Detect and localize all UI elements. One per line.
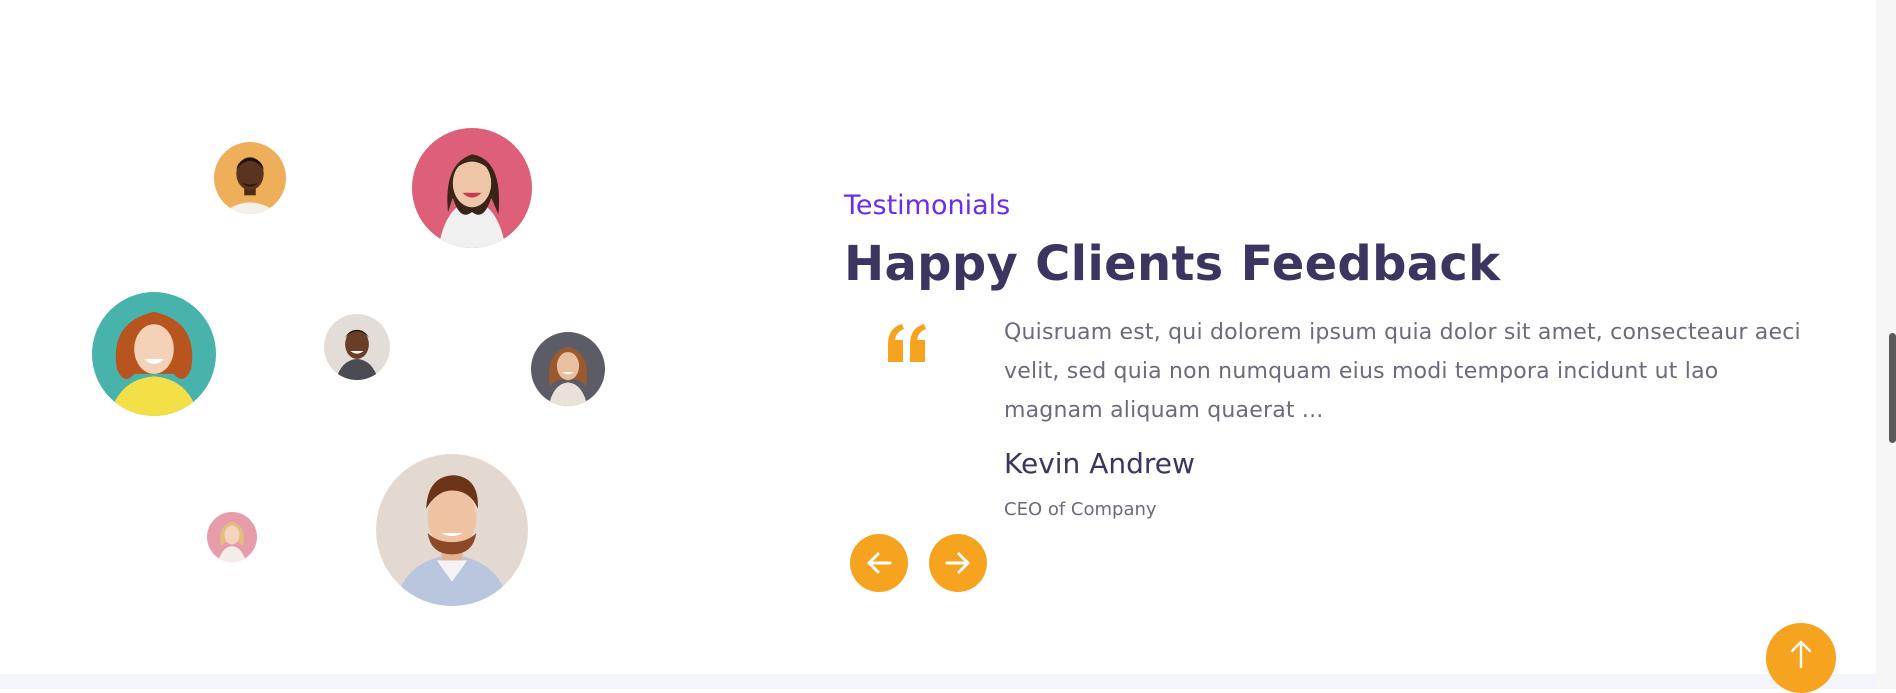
section-title: Happy Clients Feedback: [844, 236, 1501, 292]
avatar-client-6: [207, 512, 257, 562]
arrow-right-icon: [945, 552, 970, 574]
avatar-client-4: [324, 314, 390, 380]
avatar-client-7: [376, 454, 528, 606]
author-name: Kevin Andrew: [1004, 447, 1195, 480]
quote-icon: [886, 322, 928, 364]
avatar-client-3: [92, 292, 216, 416]
avatar-client-5: [531, 332, 605, 406]
avatar-client-2: [412, 128, 532, 248]
author-role: CEO of Company: [1004, 499, 1157, 520]
testimonials-section: Testimonials Happy Clients Feedback Quis…: [0, 0, 1876, 674]
section-eyebrow: Testimonials: [844, 190, 1011, 221]
avatar-client-1: [214, 142, 286, 214]
arrow-up-icon: [1790, 640, 1812, 669]
next-section-strip: [0, 674, 1876, 689]
next-testimonial-button[interactable]: [929, 534, 987, 592]
arrow-left-icon: [867, 552, 892, 574]
page-scrollbar-thumb[interactable]: [1889, 333, 1896, 443]
back-to-top-button[interactable]: [1766, 623, 1836, 693]
prev-testimonial-button[interactable]: [850, 534, 908, 592]
testimonial-quote: Quisruam est, qui dolorem ipsum quia dol…: [1004, 320, 1801, 423]
